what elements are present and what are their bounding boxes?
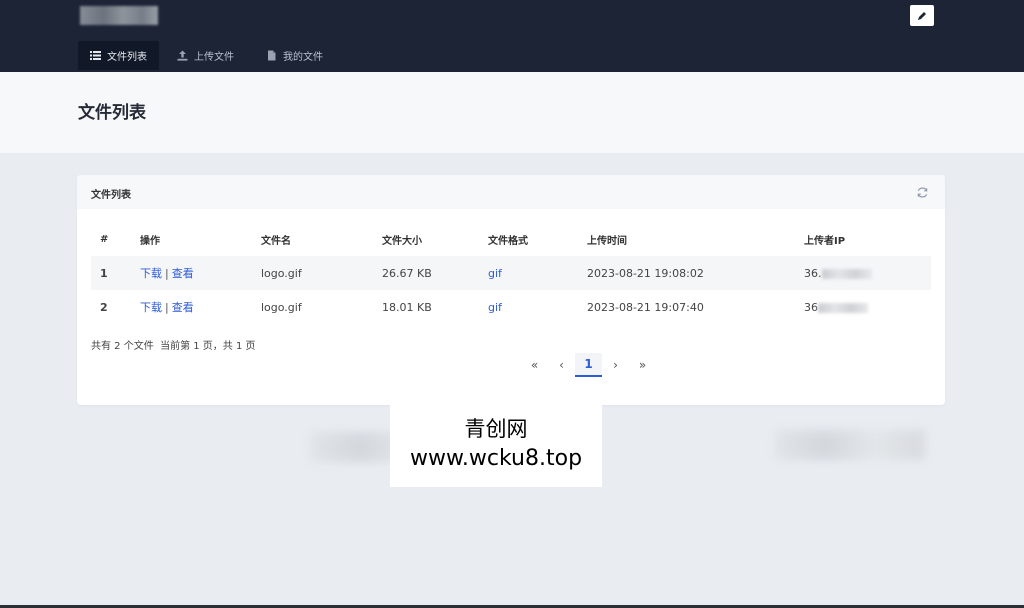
prev-page-button[interactable]: ‹ <box>548 353 575 377</box>
ip-redacted <box>821 268 872 279</box>
table-row: 2 下载 | 查看 logo.gif 18.01 KB gif 2023-08-21… <box>91 290 931 324</box>
column-header-index: # <box>100 234 109 245</box>
next-page-button[interactable]: › <box>602 353 629 377</box>
watermark-url: www.wcku8.top <box>409 445 583 471</box>
view-link[interactable]: 查看 <box>172 301 194 314</box>
file-list-card: 文件列表 # 操作 文件名 文件大小 文件格式 上传时间 上传者IP 1 下载 … <box>77 175 945 405</box>
tab-my-files[interactable]: 我的文件 <box>254 41 335 70</box>
ip-text: 36. <box>804 266 822 280</box>
file-table: # 操作 文件名 文件大小 文件格式 上传时间 上传者IP 1 下载 | 查看 lo… <box>91 223 931 324</box>
row-actions: 下载 | 查看 <box>131 256 252 290</box>
download-link[interactable]: 下载 <box>140 267 162 280</box>
row-size: 26.67 KB <box>382 266 432 280</box>
page-header <box>0 72 1024 153</box>
format-link[interactable]: gif <box>488 301 502 314</box>
column-header-format: 文件格式 <box>488 236 528 247</box>
row-filename: logo.gif <box>261 300 302 314</box>
row-format: gif <box>479 256 578 290</box>
table-header-row: # 操作 文件名 文件大小 文件格式 上传时间 上传者IP <box>91 223 931 256</box>
row-filename: logo.gif <box>261 266 302 280</box>
table-row: 1 下载 | 查看 logo.gif 26.67 KB gif 2023-08-21… <box>91 256 931 290</box>
format-link[interactable]: gif <box>488 267 502 280</box>
list-icon <box>90 50 101 61</box>
upload-icon <box>177 50 188 61</box>
row-index: 2 <box>100 300 108 314</box>
row-index: 1 <box>100 266 108 280</box>
pencil-icon <box>918 11 926 20</box>
column-header-size: 文件大小 <box>382 236 422 247</box>
page-title: 文件列表 <box>78 103 146 123</box>
column-header-filename: 文件名 <box>261 236 291 247</box>
refresh-icon[interactable] <box>916 186 929 199</box>
brand-logo[interactable] <box>80 6 158 25</box>
action-separator: | <box>165 301 169 314</box>
site-watermark: 青创网 www.wcku8.top <box>390 400 602 487</box>
column-header-upload-time: 上传时间 <box>587 236 627 247</box>
ip-text: 36 <box>804 300 818 314</box>
row-format: gif <box>479 290 578 324</box>
file-icon <box>266 50 277 61</box>
pagination: « ‹ 1 › » <box>521 353 656 377</box>
first-page-button[interactable]: « <box>521 353 548 377</box>
ip-redacted <box>818 302 868 313</box>
page-1-button[interactable]: 1 <box>575 353 602 377</box>
tab-label: 文件列表 <box>107 52 147 63</box>
tab-file-list[interactable]: 文件列表 <box>78 41 159 70</box>
column-header-action: 操作 <box>140 236 160 247</box>
row-upload-time: 2023-08-21 19:08:02 <box>587 266 704 280</box>
row-uploader-ip: 36 <box>795 290 931 324</box>
row-uploader-ip: 36. <box>795 256 931 290</box>
view-link[interactable]: 查看 <box>172 267 194 280</box>
nav-tabs: 文件列表 上传文件 我的文件 <box>78 41 335 70</box>
download-link[interactable]: 下载 <box>140 301 162 314</box>
file-summary: 共有 2 个文件 当前第 1 页，共 1 页 <box>91 341 256 352</box>
card-title: 文件列表 <box>91 190 131 201</box>
row-size: 18.01 KB <box>382 300 432 314</box>
column-header-uploader-ip: 上传者IP <box>804 236 846 247</box>
tab-upload-file[interactable]: 上传文件 <box>165 41 246 70</box>
last-page-button[interactable]: » <box>629 353 656 377</box>
row-actions: 下载 | 查看 <box>131 290 252 324</box>
blurred-watermark-right <box>775 430 925 460</box>
row-upload-time: 2023-08-21 19:07:40 <box>587 300 704 314</box>
watermark-title: 青创网 <box>464 416 528 441</box>
card-header: 文件列表 <box>77 175 945 209</box>
edit-button[interactable] <box>910 5 934 26</box>
tab-label: 上传文件 <box>194 52 234 63</box>
tab-label: 我的文件 <box>283 52 323 63</box>
action-separator: | <box>165 267 169 280</box>
top-navbar: 文件列表 上传文件 我的文件 <box>0 0 1024 72</box>
